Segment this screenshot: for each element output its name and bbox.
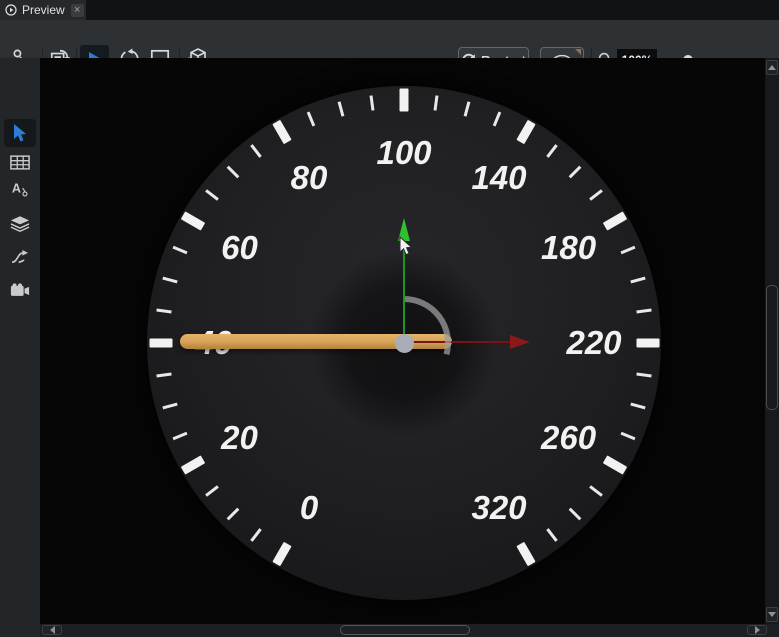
sidebar-item-camera[interactable] bbox=[4, 276, 36, 304]
connection-curve-icon bbox=[11, 250, 30, 265]
right-arrow-icon bbox=[755, 626, 760, 634]
down-arrow-icon bbox=[768, 612, 776, 617]
mouse-cursor-icon bbox=[399, 236, 414, 257]
vertical-scrollbar-thumb[interactable] bbox=[766, 285, 778, 410]
gauge-label: 20 bbox=[221, 419, 258, 457]
tab-close-icon[interactable]: × bbox=[71, 4, 84, 17]
tab-title: Preview bbox=[22, 3, 65, 17]
scroll-up-button[interactable] bbox=[766, 60, 778, 75]
gauge-label: 140 bbox=[471, 159, 526, 197]
horizontal-scrollbar[interactable] bbox=[40, 624, 779, 637]
select-cursor-icon bbox=[11, 123, 29, 143]
application-window: Preview × bbox=[0, 0, 779, 637]
gauge-tick bbox=[149, 339, 172, 348]
horizontal-scrollbar-thumb[interactable] bbox=[340, 625, 470, 635]
preview-play-icon bbox=[5, 4, 17, 16]
vertical-scrollbar[interactable] bbox=[765, 58, 779, 624]
gauge-tick bbox=[400, 88, 409, 111]
sidebar-item-layers[interactable] bbox=[4, 209, 36, 237]
font-binding-icon: A bbox=[11, 180, 29, 198]
gauge-label: 0 bbox=[300, 489, 318, 527]
gauge-label: 100 bbox=[376, 134, 431, 172]
gizmo-x-axis[interactable] bbox=[404, 341, 510, 343]
gauge-label: 220 bbox=[566, 324, 621, 362]
camera-icon bbox=[10, 283, 30, 297]
up-arrow-icon bbox=[768, 65, 776, 70]
toolbar: Restart 100% bbox=[0, 20, 779, 58]
tab-bar: Preview × bbox=[0, 0, 779, 20]
scroll-left-button[interactable] bbox=[42, 625, 62, 635]
svg-text:A: A bbox=[12, 182, 21, 196]
sidebar-item-connections[interactable] bbox=[4, 243, 36, 271]
gauge-label: 180 bbox=[541, 229, 596, 267]
left-sidebar: A bbox=[0, 58, 40, 637]
preview-canvas[interactable]: 020406080100140180220260320 bbox=[40, 58, 765, 624]
gauge-label: 80 bbox=[291, 159, 328, 197]
gizmo-x-arrow-icon[interactable] bbox=[510, 335, 530, 349]
gauge-tick bbox=[636, 339, 659, 348]
gauge-label: 260 bbox=[541, 419, 596, 457]
left-arrow-icon bbox=[50, 626, 55, 634]
gauge-label: 60 bbox=[221, 229, 258, 267]
sidebar-item-text[interactable]: A bbox=[4, 175, 36, 203]
gizmo-origin-handle[interactable] bbox=[395, 334, 414, 353]
scroll-down-button[interactable] bbox=[766, 607, 778, 622]
layers-icon bbox=[10, 215, 30, 232]
sidebar-item-table[interactable] bbox=[4, 148, 36, 176]
sidebar-item-select[interactable] bbox=[4, 119, 36, 147]
gauge-label: 320 bbox=[471, 489, 526, 527]
dropdown-corner-icon bbox=[575, 49, 581, 55]
table-icon bbox=[10, 155, 30, 170]
tab-preview[interactable]: Preview × bbox=[0, 0, 86, 20]
scroll-right-button[interactable] bbox=[747, 625, 767, 635]
